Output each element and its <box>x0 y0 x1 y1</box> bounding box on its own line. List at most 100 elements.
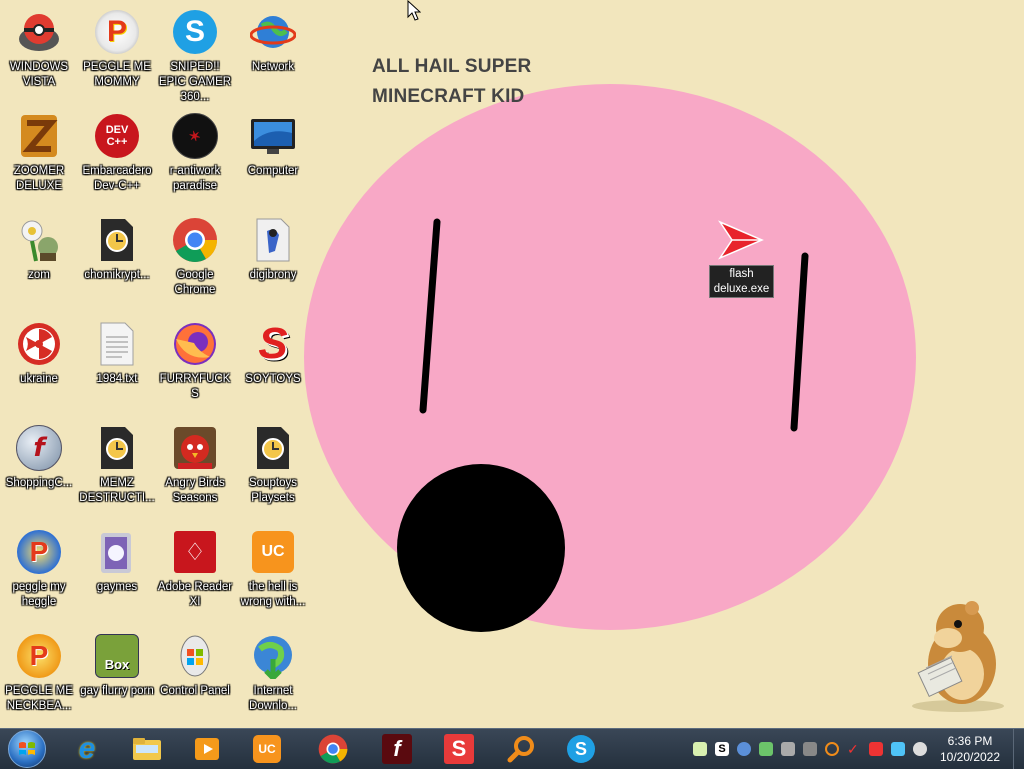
taskbar-internet-explorer[interactable]: e <box>60 731 114 767</box>
magnifier-icon <box>507 736 534 763</box>
start-button[interactable] <box>4 730 50 768</box>
tray-eye-icon[interactable] <box>913 742 927 756</box>
chrome-icon <box>318 734 348 764</box>
desktop-icon-control-panel[interactable]: Control Panel <box>156 626 234 726</box>
icon-label: r-antiwork paradise <box>169 165 221 192</box>
uc-browser-icon: UC <box>253 735 281 763</box>
tray-flag-icon[interactable] <box>869 742 883 756</box>
desktop-icon-internet-download-manager[interactable]: Internet Downlo... <box>234 626 312 726</box>
desktop-icon-network[interactable]: Network <box>234 2 312 102</box>
icon-label: MEMZ DESTRUCTI... <box>79 477 155 504</box>
icon-label: chomikrypt... <box>84 269 150 281</box>
desktop-icon-peggle-me-neckbea[interactable]: P PEGGLE ME NECKBEA... <box>0 626 78 726</box>
digibrony-icon <box>249 216 297 264</box>
icon-label: Computer <box>247 165 299 177</box>
soytoys-icon: S <box>444 734 474 764</box>
desktop-icon-zom[interactable]: zom <box>0 210 78 310</box>
desktop-icon-peggle-me-mommy[interactable]: P PEGGLE ME MOMMY <box>78 2 156 102</box>
tray-speaker-icon[interactable] <box>759 742 773 756</box>
desktop-icon-r-antiwork-paradise[interactable]: ✶ r-antiwork paradise <box>156 106 234 206</box>
icon-label: WINDOWS VISTA <box>9 61 69 88</box>
taskbar-skype[interactable]: S <box>554 731 608 767</box>
desktop-icon-ukraine[interactable]: ukraine <box>0 314 78 414</box>
icon-label: Google Chrome <box>174 269 216 296</box>
tray-soytoys-icon[interactable]: S <box>715 742 729 756</box>
icon-label: gaymes <box>96 581 138 593</box>
desktop-icon-1984-txt[interactable]: 1984.txt <box>78 314 156 414</box>
peggle-icon: P <box>93 8 141 56</box>
taskbar-google-chrome[interactable] <box>306 731 360 767</box>
tray-shield-icon[interactable] <box>803 742 817 756</box>
tray-grid-icon[interactable] <box>781 742 795 756</box>
taskbar-soytoys[interactable]: S <box>432 731 486 767</box>
desktop-icon-gaymes[interactable]: gaymes <box>78 522 156 622</box>
rename-textbox[interactable]: flash deluxe.exe <box>709 265 774 298</box>
mouse-cursor-icon <box>407 0 421 21</box>
desktop-icon-google-chrome[interactable]: Google Chrome <box>156 210 234 310</box>
taskbar-flash-player[interactable]: f <box>370 731 424 767</box>
icon-label: peggle my heggle <box>12 581 66 608</box>
tray-search-icon[interactable] <box>825 742 839 756</box>
devcpp-icon: DEV C++ <box>93 112 141 160</box>
desktop-icon-chomikrypt[interactable]: chomikrypt... <box>78 210 156 310</box>
desktop-icon-shoppingc[interactable]: f ShoppingC... <box>0 418 78 518</box>
tray-monitor-icon[interactable] <box>891 742 905 756</box>
desktop-icon-peggle-my-heggle[interactable]: P peggle my heggle <box>0 522 78 622</box>
tray-notes-icon[interactable] <box>693 742 707 756</box>
icon-label: Angry Birds Seasons <box>165 477 225 504</box>
taskbar-search[interactable] <box>494 731 548 767</box>
desktop[interactable]: ALL HAIL SUPER MINECRAFT KID WINDOWS VIS… <box>0 0 1024 728</box>
desktop-icon-embarcadero-devcpp[interactable]: DEV C++ Embarcadero Dev-C++ <box>78 106 156 206</box>
text-file-icon <box>93 320 141 368</box>
taskbar-clock[interactable]: 6:36 PM 10/20/2022 <box>935 733 1005 765</box>
tray-check-icon[interactable]: ✓ <box>847 742 861 756</box>
computer-monitor-icon <box>249 112 297 160</box>
desktop-icon-the-hell-is-wrong[interactable]: UC the hell is wrong with... <box>234 522 312 622</box>
taskbar-uc-browser[interactable]: UC <box>240 731 294 767</box>
desktop-icon-gay-flurry-porn[interactable]: Box gay flurry porn <box>78 626 156 726</box>
windows-logo-icon <box>8 730 46 768</box>
taskbar-media-player[interactable] <box>180 731 234 767</box>
internet-explorer-icon: e <box>78 732 96 765</box>
icon-label: ShoppingC... <box>5 477 73 489</box>
peggle-icon: P <box>15 528 63 576</box>
pokeball-bowl-icon <box>15 8 63 56</box>
icon-label: SNIPED!! EPIC GAMER 360... <box>158 61 232 103</box>
desktop-icon-computer[interactable]: Computer <box>234 106 312 206</box>
desktop-icon-furryfucks[interactable]: FURRYFUCKS <box>156 314 234 414</box>
icon-label: digibrony <box>249 269 297 281</box>
desktop-icon-adobe-reader-xi[interactable]: ♢ Adobe Reader XI <box>156 522 234 622</box>
clock-time: 6:36 PM <box>947 734 993 748</box>
adobe-reader-icon: ♢ <box>171 528 219 576</box>
desktop-icon-soytoys[interactable]: S SOYTOYS <box>234 314 312 414</box>
clock-date: 10/20/2022 <box>939 750 1001 764</box>
hamster-gadget[interactable] <box>900 598 1010 713</box>
desktop-icon-sniped[interactable]: S SNIPED!! EPIC GAMER 360... <box>156 2 234 103</box>
red-arrow-icon <box>717 220 764 260</box>
icon-label: Adobe Reader XI <box>157 581 233 608</box>
wallpaper-title: ALL HAIL SUPER MINECRAFT KID <box>372 56 532 107</box>
internet-download-manager-icon <box>249 632 297 680</box>
clock-file-icon <box>93 216 141 264</box>
taskbar-file-explorer[interactable] <box>120 731 174 767</box>
skype-icon: S <box>171 8 219 56</box>
desktop-icon-windows-vista[interactable]: WINDOWS VISTA <box>0 2 78 102</box>
desktop-icon-angry-birds-seasons[interactable]: Angry Birds Seasons <box>156 418 234 518</box>
desktop-icon-souptoys-playsets[interactable]: Souptoys Playsets <box>234 418 312 518</box>
icon-label: PEGGLE ME NECKBEA... <box>5 685 73 712</box>
icon-label: FURRYFUCKS <box>159 373 231 400</box>
show-desktop-button[interactable] <box>1013 729 1024 769</box>
boxed-hamster-icon: Box <box>93 632 141 680</box>
plants-vs-zombies-icon <box>15 216 63 264</box>
desktop-icon-zoomer-deluxe[interactable]: ZOOMER DELUXE <box>0 106 78 206</box>
uc-browser-icon: UC <box>249 528 297 576</box>
flash-player-icon: f <box>382 734 412 764</box>
desktop-icon-memz[interactable]: MEMZ DESTRUCTI... <box>78 418 156 518</box>
flash-player-icon: f <box>15 424 63 472</box>
icon-label: Control Panel <box>160 685 230 697</box>
desktop-icon-digibrony[interactable]: digibrony <box>234 210 312 310</box>
soytoys-icon: S <box>258 319 288 368</box>
tray-network-icon[interactable] <box>737 742 751 756</box>
icon-label: ukraine <box>20 373 58 385</box>
icon-label: SOYTOYS <box>245 373 301 385</box>
